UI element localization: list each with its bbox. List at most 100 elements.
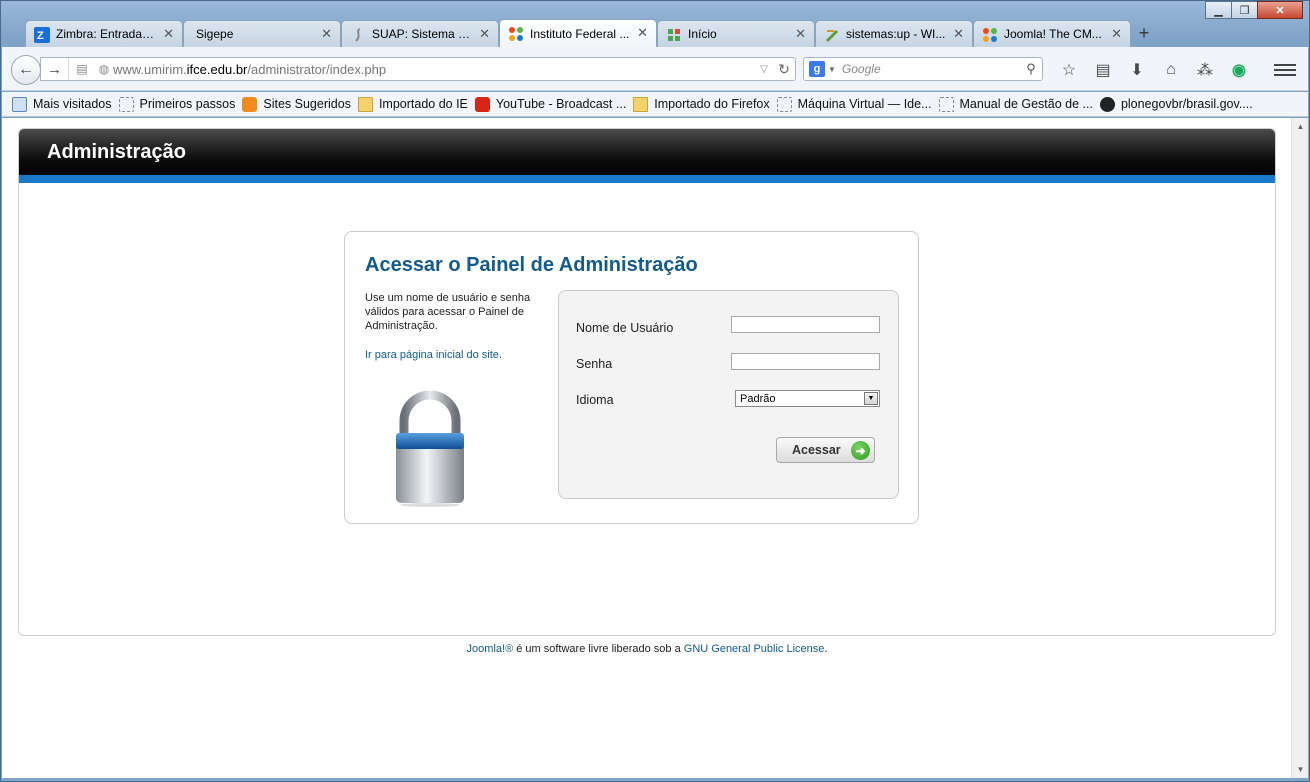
language-select[interactable]: Padrão ▼ bbox=[735, 390, 880, 407]
bookmark-icon bbox=[118, 96, 134, 112]
page-title: Administração bbox=[47, 140, 186, 163]
dropdown-arrow-icon[interactable]: ▼ bbox=[864, 392, 878, 405]
login-description: Use um nome de usuário e senha válidos p… bbox=[365, 292, 531, 332]
bookmark-label: Primeiros passos bbox=[139, 97, 236, 111]
close-tab-icon[interactable]: ✕ bbox=[1111, 26, 1122, 42]
tab-sistemas-wiki[interactable]: sistemas:up - WI... ✕ bbox=[815, 20, 973, 47]
password-label: Senha bbox=[576, 357, 613, 371]
download-icon[interactable]: ⬇ bbox=[1120, 59, 1154, 81]
url-text[interactable]: www.umirim.ifce.edu.br/administrator/ind… bbox=[113, 62, 755, 77]
language-selected-value: Padrão bbox=[740, 392, 776, 405]
tab-instituto-federal[interactable]: Instituto Federal ... ✕ bbox=[499, 19, 657, 47]
joomla-icon bbox=[509, 27, 523, 41]
new-tab-button[interactable]: + bbox=[1131, 20, 1157, 47]
forward-arrow-icon[interactable]: → bbox=[41, 58, 69, 80]
bookmark-label: Mais visitados bbox=[33, 97, 112, 111]
url-path: /administrator/index.php bbox=[247, 61, 387, 77]
close-tab-icon[interactable]: ✕ bbox=[953, 26, 964, 42]
submit-label: Acessar bbox=[792, 443, 841, 457]
home-icon[interactable]: ⌂ bbox=[1154, 59, 1188, 81]
login-title: Acessar o Painel de Administração bbox=[365, 254, 698, 276]
search-bar[interactable]: g ▼ Google ⚲ bbox=[803, 57, 1043, 81]
tab-label: Joomla! The CM... bbox=[1004, 27, 1102, 41]
addon-icon[interactable]: ◉ bbox=[1222, 59, 1256, 81]
footer-text: é um software livre liberado sob a bbox=[513, 643, 684, 655]
footer-end: . bbox=[824, 643, 828, 655]
bookmark-label: Manual de Gestão de ... bbox=[959, 97, 1093, 111]
globe-icon: ◍ bbox=[98, 62, 110, 76]
identity-icon[interactable]: ▤ bbox=[69, 58, 95, 80]
history-dropdown-icon[interactable]: ▽ bbox=[755, 64, 773, 75]
tab-label: sistemas:up - WI... bbox=[846, 27, 946, 41]
bookmark-item[interactable]: plonegovbr/brasil.gov.... bbox=[1099, 96, 1253, 112]
tab-suap[interactable]: SUAP: Sistema U... ✕ bbox=[341, 20, 499, 47]
padlock-icon bbox=[396, 390, 464, 507]
address-bar[interactable]: → ▤ ◍ www.umirim.ifce.edu.br/administrat… bbox=[40, 57, 796, 81]
scroll-up-icon[interactable]: ▲ bbox=[1292, 118, 1309, 135]
bookmark-item[interactable]: Mais visitados bbox=[12, 96, 112, 112]
search-input[interactable]: Google bbox=[842, 62, 1020, 76]
bookmark-item[interactable]: Importado do Firefox bbox=[633, 96, 770, 112]
bookmarks-toolbar: Mais visitados Primeiros passos Sites Su… bbox=[2, 92, 1308, 117]
tab-label: SUAP: Sistema U... bbox=[372, 27, 472, 41]
bookmark-item[interactable]: Importado do IE bbox=[357, 96, 468, 112]
grid-icon bbox=[668, 29, 680, 41]
bookmark-label: Sites Sugeridos bbox=[263, 97, 351, 111]
extension-icon[interactable]: ⁂ bbox=[1188, 59, 1222, 81]
tab-label: Zimbra: Entrada (... bbox=[56, 27, 156, 41]
suap-icon bbox=[355, 28, 361, 42]
arrow-right-icon: ➜ bbox=[851, 441, 870, 460]
bookmark-label: Importado do IE bbox=[378, 97, 468, 111]
bookmark-item[interactable]: YouTube - Broadcast ... bbox=[474, 96, 626, 112]
bookmarks-list-icon[interactable]: ▤ bbox=[1086, 59, 1120, 81]
maximize-button[interactable]: ❐ bbox=[1231, 1, 1258, 19]
close-window-button[interactable]: ✕ bbox=[1257, 1, 1303, 19]
password-input[interactable] bbox=[731, 353, 880, 370]
tab-inicio[interactable]: Início ✕ bbox=[657, 20, 815, 47]
svg-text:Z: Z bbox=[37, 30, 44, 42]
bookmark-item[interactable]: Primeiros passos bbox=[118, 96, 236, 112]
bookmark-item[interactable]: Sites Sugeridos bbox=[242, 96, 351, 112]
page-footer: Joomla!® é um software livre liberado so… bbox=[2, 643, 1292, 655]
google-icon[interactable]: g bbox=[809, 61, 825, 77]
site-home-link[interactable]: Ir para página inicial do site. bbox=[365, 349, 502, 361]
search-icon[interactable]: ⚲ bbox=[1020, 61, 1042, 77]
admin-header: Administração bbox=[19, 129, 1275, 183]
close-tab-icon[interactable]: ✕ bbox=[163, 26, 174, 42]
close-tab-icon[interactable]: ✕ bbox=[321, 26, 332, 42]
close-tab-icon[interactable]: ✕ bbox=[795, 26, 806, 42]
zimbra-icon: Z bbox=[34, 27, 50, 43]
bookmark-item[interactable]: Máquina Virtual — Ide... bbox=[776, 96, 932, 112]
login-panel: Acessar o Painel de Administração Use um… bbox=[344, 231, 919, 524]
bookmark-icon bbox=[12, 96, 27, 112]
close-tab-icon[interactable]: ✕ bbox=[637, 25, 648, 41]
close-tab-icon[interactable]: ✕ bbox=[479, 26, 490, 42]
language-label: Idioma bbox=[576, 393, 614, 407]
page-content: Administração Acessar o Painel de Admini… bbox=[2, 118, 1308, 778]
folder-icon bbox=[357, 96, 373, 112]
tab-sigepe[interactable]: Sigepe ✕ bbox=[183, 20, 341, 47]
gpl-license-link[interactable]: GNU General Public License bbox=[684, 643, 825, 655]
bookmark-star-icon[interactable]: ☆ bbox=[1052, 59, 1086, 81]
bookmark-label: plonegovbr/brasil.gov.... bbox=[1120, 97, 1253, 111]
lightbulb-icon bbox=[242, 96, 258, 112]
engine-dropdown-icon[interactable]: ▼ bbox=[828, 65, 836, 74]
bookmark-item[interactable]: Manual de Gestão de ... bbox=[938, 96, 1093, 112]
menu-icon[interactable] bbox=[1274, 59, 1296, 81]
bookmark-label: Importado do Firefox bbox=[654, 97, 770, 111]
username-label: Nome de Usuário bbox=[576, 321, 674, 335]
tab-zimbra[interactable]: Z Zimbra: Entrada (... ✕ bbox=[25, 20, 183, 47]
minimize-button[interactable]: ▁ bbox=[1205, 1, 1232, 19]
tab-joomla-cms[interactable]: Joomla! The CM... ✕ bbox=[973, 20, 1131, 47]
vertical-scrollbar[interactable]: ▲ ▼ bbox=[1291, 118, 1308, 778]
scroll-down-icon[interactable]: ▼ bbox=[1292, 761, 1309, 778]
back-arrow-icon[interactable]: ← bbox=[11, 55, 41, 85]
username-input[interactable] bbox=[731, 316, 880, 333]
login-submit-button[interactable]: Acessar ➜ bbox=[776, 437, 875, 463]
joomla-link[interactable]: Joomla!® bbox=[467, 643, 514, 655]
tab-label: Sigepe bbox=[196, 27, 234, 41]
wiki-icon bbox=[826, 30, 838, 42]
reload-icon[interactable]: ↻ bbox=[773, 61, 795, 78]
url-domain: ifce.edu.br bbox=[186, 61, 248, 77]
folder-icon bbox=[633, 96, 649, 112]
